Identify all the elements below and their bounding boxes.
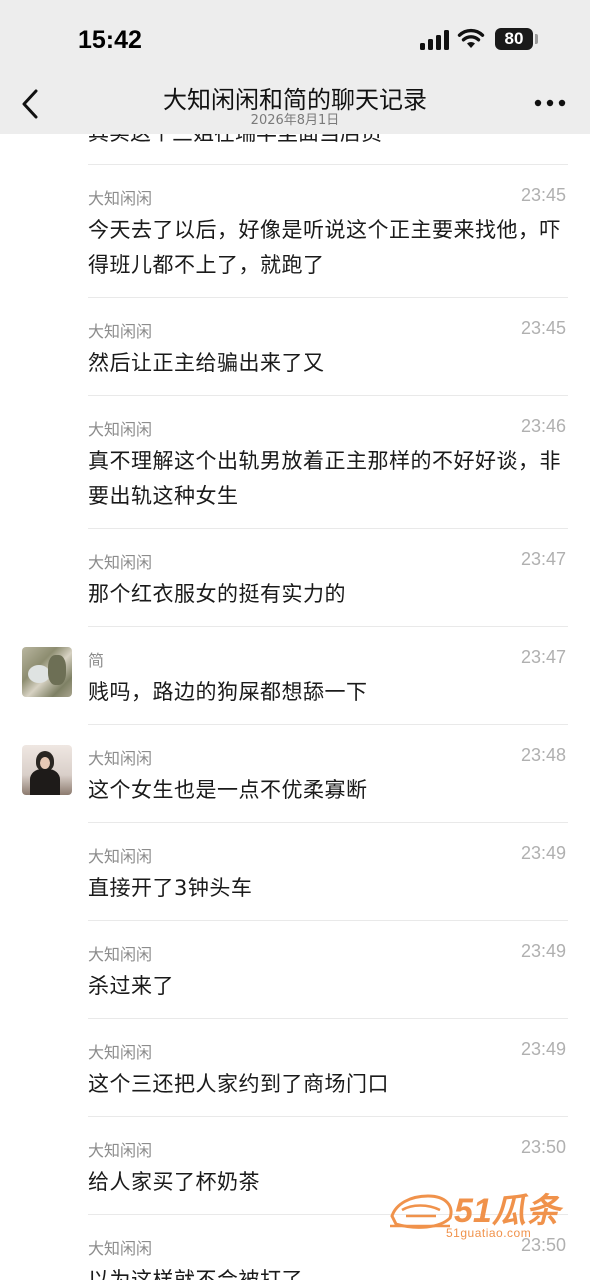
sender-name: 大知闲闲 — [88, 1043, 153, 1062]
sender-name: 大知闲闲 — [88, 749, 153, 768]
message-header: 大知闲闲 23:45 — [88, 316, 568, 342]
message-body: 大知闲闲 23:49 直接开了3钟头车 — [88, 823, 568, 921]
message-time: 23:45 — [520, 318, 566, 338]
message-header: 大知闲闲 23:49 — [88, 939, 568, 965]
avatar-shape — [28, 665, 50, 683]
message-body: 大知闲闲 23:45 今天去了以后，好像是听说这个正主要来找他，吓得班儿都不上了，就… — [88, 165, 568, 298]
message-body: 大知闲闲 23:47 那个红衣服女的挺有实力的 — [88, 529, 568, 627]
sender-name: 大知闲闲 — [88, 322, 153, 341]
message-item[interactable]: 简 23:47 贱吗，路边的狗屎都想舔一下 — [0, 627, 590, 725]
message-item[interactable]: 大知闲闲 23:46 真不理解这个出轨男放着正主那样的不好好谈，非要出轨这种女生 — [0, 396, 590, 529]
avatar[interactable] — [22, 647, 72, 697]
message-header: 大知闲闲 23:45 — [88, 183, 568, 209]
message-body: 大知闲闲 23:49 杀过来了 — [88, 921, 568, 1019]
message-body: 大知闲闲 23:48 这个女生也是一点不优柔寡断 — [88, 725, 568, 823]
message-time: 23:50 — [520, 1137, 566, 1157]
message-time: 23:47 — [520, 549, 566, 569]
sender-name: 大知闲闲 — [88, 1141, 153, 1160]
message-text: 然后让正主给骗出来了又 — [88, 351, 325, 375]
wifi-icon — [457, 28, 485, 48]
message-header: 大知闲闲 23:49 — [88, 841, 568, 867]
page-subtitle-date: 2026年8月1日 — [250, 113, 340, 128]
battery-icon: 80 — [495, 28, 533, 50]
message-time: 23:47 — [520, 647, 566, 667]
sender-name: 简 — [88, 651, 105, 670]
signal-icon — [420, 30, 449, 50]
message-body: 大知闲闲 23:46 真不理解这个出轨男放着正主那样的不好好谈，非要出轨这种女生 — [88, 396, 568, 529]
watermark-logo: 51瓜条 51guatiao.com — [388, 1186, 578, 1242]
message-item[interactable]: 大知闲闲 23:45 然后让正主给骗出来了又 — [0, 298, 590, 396]
avatar[interactable] — [22, 745, 72, 795]
message-item[interactable]: 大知闲闲 23:49 杀过来了 — [0, 921, 590, 1019]
message-text: 杀过来了 — [88, 974, 174, 998]
avatar-shape — [40, 757, 50, 769]
message-header: 大知闲闲 23:49 — [88, 1037, 568, 1063]
message-time: 23:45 — [520, 185, 566, 205]
message-time: 23:49 — [520, 1039, 566, 1059]
sender-name: 大知闲闲 — [88, 1239, 153, 1258]
nav-bar: 大知闲闲和简的聊天记录 2026年8月1日 — [0, 76, 590, 134]
avatar-shape — [30, 769, 60, 795]
message-header: 简 23:47 — [88, 645, 568, 671]
message-item[interactable]: 大知闲闲 23:47 那个红衣服女的挺有实力的 — [0, 529, 590, 627]
battery-level: 80 — [504, 29, 524, 48]
message-text: 直接开了3钟头车 — [88, 876, 253, 900]
sender-name: 大知闲闲 — [88, 945, 153, 964]
message-time: 23:49 — [520, 941, 566, 961]
chat-history-page: 15:42 80 大知闲闲和简的聊天记录 2026年8月1日 大知闲闲 23:4… — [0, 0, 590, 1280]
message-list-content: 其实这个三姐在瑞丰里面当店员 大知闲闲 23:45 今天去了以后，好像是听说这个正主… — [0, 134, 590, 1280]
message-body: 大知闲闲 23:49 这个三还把人家约到了商场门口 — [88, 1019, 568, 1117]
message-time: 23:48 — [520, 745, 566, 765]
message-time: 23:46 — [520, 416, 566, 436]
message-item[interactable]: 大知闲闲 23:49 直接开了3钟头车 — [0, 823, 590, 921]
message-item[interactable]: 大知闲闲 23:48 这个女生也是一点不优柔寡断 — [0, 725, 590, 823]
message-text: 那个红衣服女的挺有实力的 — [88, 582, 346, 606]
message-text: 以为这样就不会被打了 — [88, 1268, 303, 1280]
watermark-brand: 51瓜条 — [454, 1192, 564, 1230]
message-body: 简 23:47 贱吗，路边的狗屎都想舔一下 — [88, 627, 568, 725]
message-time: 23:49 — [520, 843, 566, 863]
partial-message-text: 其实这个三姐在瑞丰里面当店员 — [88, 134, 382, 148]
sender-name: 大知闲闲 — [88, 553, 153, 572]
message-text: 今天去了以后，好像是听说这个正主要来找他，吓得班儿都不上了，就跑了 — [88, 218, 561, 277]
message-header: 大知闲闲 23:48 — [88, 743, 568, 769]
message-body: 大知闲闲 23:45 然后让正主给骗出来了又 — [88, 298, 568, 396]
message-header: 大知闲闲 23:50 — [88, 1135, 568, 1161]
sender-name: 大知闲闲 — [88, 847, 153, 866]
message-text: 这个女生也是一点不优柔寡断 — [88, 778, 368, 802]
message-item[interactable]: 大知闲闲 23:45 今天去了以后，好像是听说这个正主要来找他，吓得班儿都不上了，就… — [0, 165, 590, 298]
sender-name: 大知闲闲 — [88, 189, 153, 208]
message-text: 真不理解这个出轨男放着正主那样的不好好谈，非要出轨这种女生 — [88, 449, 561, 508]
partial-message: 其实这个三姐在瑞丰里面当店员 — [88, 134, 568, 165]
message-text: 这个三还把人家约到了商场门口 — [88, 1072, 389, 1096]
status-time: 15:42 — [78, 26, 142, 54]
message-header: 大知闲闲 23:47 — [88, 547, 568, 573]
more-horizontal-icon[interactable] — [532, 88, 568, 118]
message-header: 大知闲闲 23:46 — [88, 414, 568, 440]
message-item[interactable]: 大知闲闲 23:49 这个三还把人家约到了商场门口 — [0, 1019, 590, 1117]
avatar-shape — [48, 655, 66, 685]
watermark-url: 51guatiao.com — [446, 1226, 532, 1240]
battery-cap — [535, 34, 538, 44]
message-text: 贱吗，路边的狗屎都想舔一下 — [88, 680, 368, 704]
sender-name: 大知闲闲 — [88, 420, 153, 439]
message-list[interactable]: 其实这个三姐在瑞丰里面当店员 大知闲闲 23:45 今天去了以后，好像是听说这个正主… — [0, 134, 590, 1280]
status-bar: 15:42 80 — [0, 0, 590, 76]
chevron-left-icon[interactable] — [14, 84, 50, 124]
